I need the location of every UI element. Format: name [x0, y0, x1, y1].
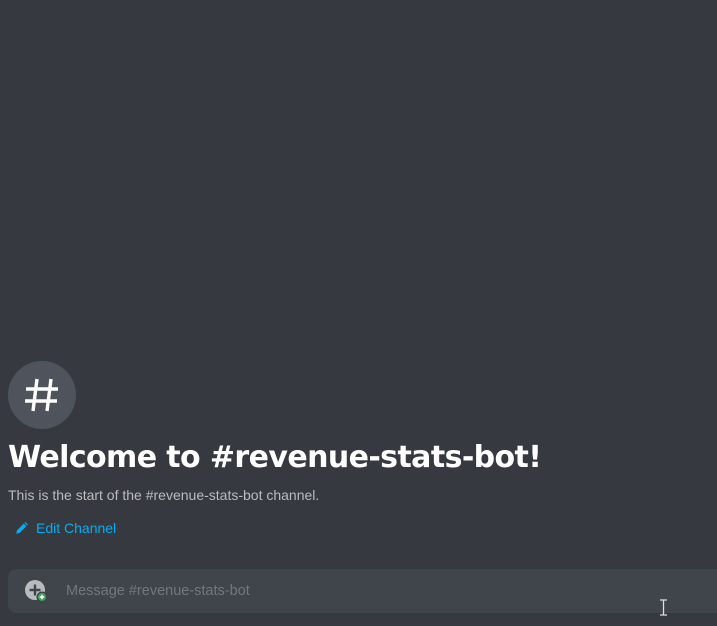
chat-area: Welcome to #revenue-stats-bot! This is t… [0, 0, 717, 626]
hashtag-icon [25, 378, 58, 412]
welcome-title: Welcome to #revenue-stats-bot! [8, 440, 542, 475]
text-cursor-icon [660, 599, 667, 616]
message-composer [8, 568, 717, 614]
edit-channel-label: Edit Channel [36, 520, 117, 536]
add-circle-icon [25, 580, 48, 603]
pencil-icon [16, 522, 28, 534]
attach-button[interactable] [24, 579, 48, 603]
message-input[interactable] [64, 568, 717, 614]
channel-avatar [8, 361, 76, 429]
edit-channel-button[interactable]: Edit Channel [15, 519, 116, 537]
welcome-subtitle: This is the start of the #revenue-stats-… [8, 487, 320, 503]
channel-welcome: Welcome to #revenue-stats-bot! This is t… [8, 361, 542, 536]
